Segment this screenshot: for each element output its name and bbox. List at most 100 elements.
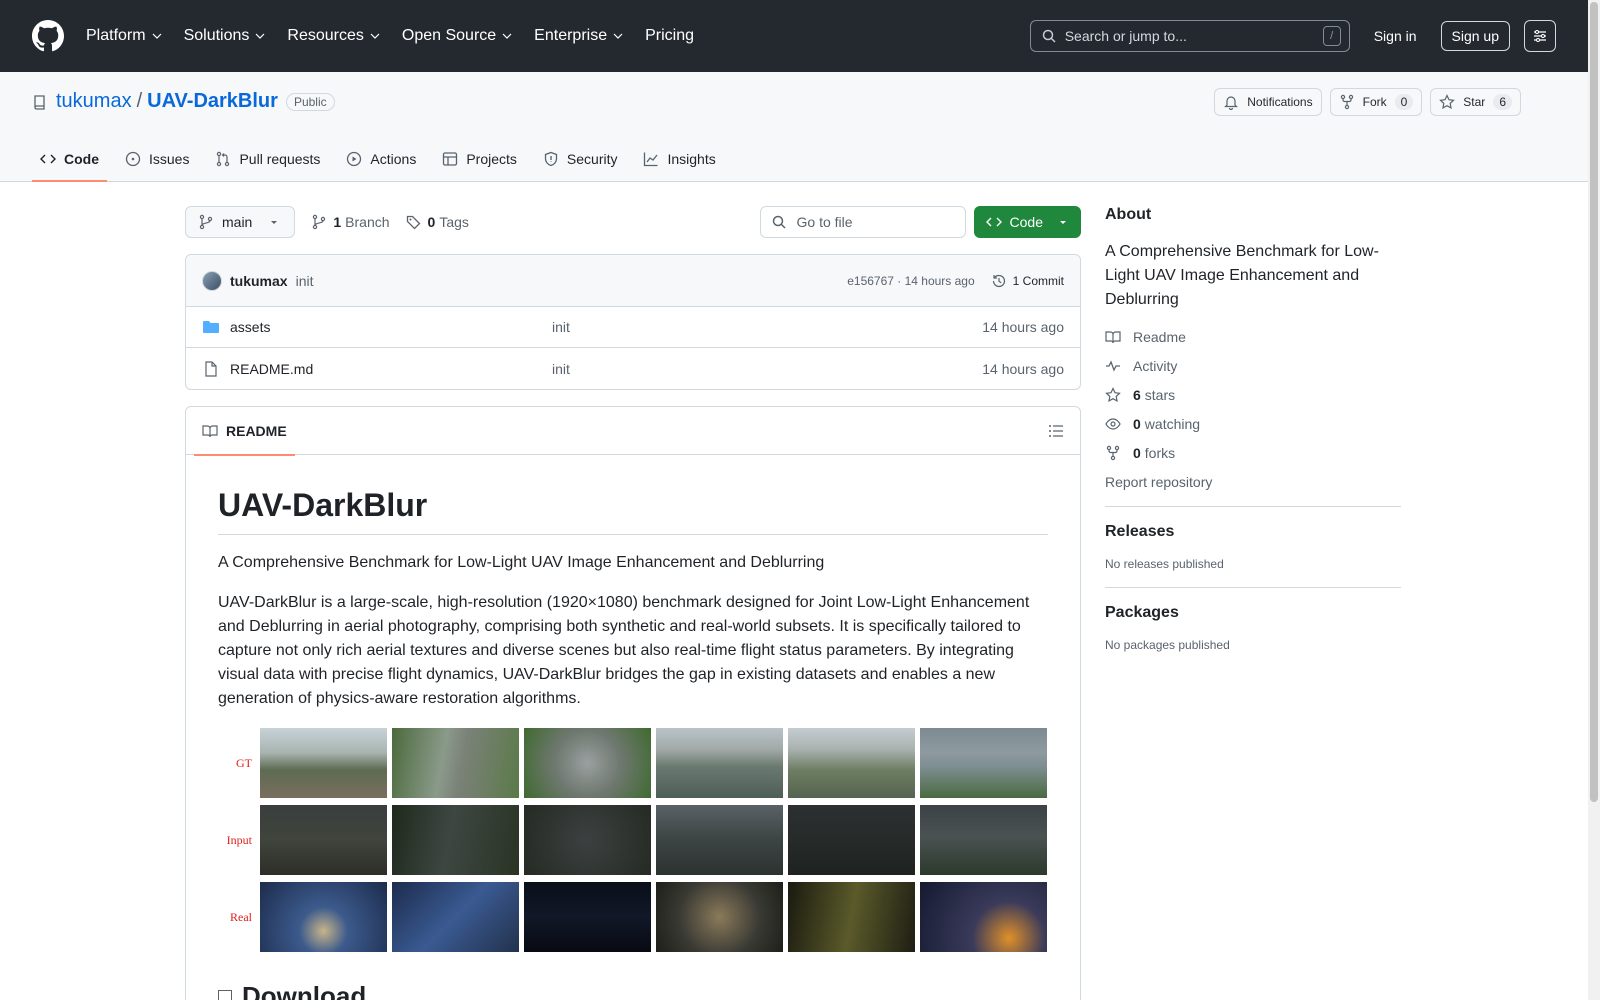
- branch-label: Branch: [345, 214, 390, 230]
- chevron-down-icon: [255, 33, 265, 39]
- sample-image: [523, 881, 652, 953]
- nav-enterprise[interactable]: Enterprise: [534, 27, 623, 45]
- watchers-link[interactable]: 0 watching: [1105, 415, 1401, 432]
- tab-actions[interactable]: Actions: [338, 136, 424, 182]
- readme-panel: README UAV-DarkBlur A Comprehensive Benc…: [185, 406, 1081, 1000]
- readme-title: UAV-DarkBlur: [218, 487, 1048, 535]
- commit-hash-time[interactable]: e156767 · 14 hours ago: [847, 274, 974, 288]
- file-name-link[interactable]: README.md: [230, 361, 313, 377]
- sample-image: [655, 804, 784, 876]
- repo-tabs: Code Issues Pull requests Actions Projec…: [32, 136, 734, 182]
- tab-pull-requests[interactable]: Pull requests: [207, 136, 328, 182]
- slash-shortcut-key: /: [1322, 26, 1341, 46]
- search-icon: [772, 215, 786, 229]
- file-name-cell: README.md: [202, 361, 552, 377]
- visibility-badge: Public: [285, 92, 335, 111]
- file-browser: tukumax init e156767 · 14 hours ago 1 Co…: [185, 254, 1081, 390]
- nav-label: Pricing: [645, 27, 694, 44]
- sign-in-link[interactable]: Sign in: [1374, 28, 1417, 44]
- file-commit-message[interactable]: init: [552, 319, 570, 335]
- report-repository-link[interactable]: Report repository: [1105, 473, 1401, 490]
- forks-label: forks: [1144, 444, 1176, 461]
- list-outline-icon[interactable]: [1048, 423, 1064, 439]
- bell-icon: [1224, 96, 1239, 110]
- tab-label: Issues: [149, 151, 190, 167]
- repo-owner-link[interactable]: tukumax: [56, 90, 132, 113]
- branch-selector[interactable]: main: [185, 206, 296, 238]
- github-logo-icon[interactable]: [32, 20, 64, 52]
- chevron-down-icon: [152, 33, 162, 39]
- scrollbar-thumb[interactable]: [1590, 2, 1598, 802]
- packages-heading[interactable]: Packages: [1105, 604, 1401, 622]
- branch-name: main: [222, 214, 253, 230]
- forks-link[interactable]: 0 forks: [1105, 444, 1401, 461]
- repo-actions: Notifications Fork 0 Star 6: [1214, 88, 1521, 116]
- readme-link[interactable]: Readme: [1105, 328, 1401, 345]
- packages-empty-text: No packages published: [1105, 638, 1230, 652]
- tab-label: Projects: [466, 151, 517, 167]
- repo-icon: [34, 94, 45, 110]
- chevron-down-icon: [502, 33, 512, 39]
- tab-issues[interactable]: Issues: [117, 136, 197, 182]
- graph-icon: [644, 152, 658, 167]
- nav-platform[interactable]: Platform: [86, 27, 162, 45]
- commit-history-link[interactable]: 1 Commit: [991, 273, 1064, 289]
- releases-empty-text: No releases published: [1105, 557, 1224, 571]
- tab-code[interactable]: Code: [32, 136, 107, 182]
- forks-count: 0: [1133, 444, 1141, 461]
- chevron-down-icon: [370, 33, 380, 39]
- commit-author-link[interactable]: tukumax: [230, 273, 288, 289]
- sample-image: [391, 804, 520, 876]
- avatar[interactable]: [202, 270, 222, 291]
- go-to-file-input[interactable]: Go to file: [759, 206, 966, 238]
- pull-request-icon: [217, 151, 230, 167]
- tag-count: 0: [427, 214, 436, 230]
- stars-link[interactable]: 6 stars: [1105, 386, 1401, 403]
- commit-message-link[interactable]: init: [296, 273, 314, 289]
- nav-pricing[interactable]: Pricing: [645, 27, 694, 45]
- tab-insights[interactable]: Insights: [635, 136, 723, 182]
- tags-link[interactable]: 0 Tags: [406, 214, 469, 230]
- star-button[interactable]: Star 6: [1430, 88, 1521, 116]
- file-commit-message[interactable]: init: [552, 361, 570, 377]
- repo-name-link[interactable]: UAV-DarkBlur: [147, 90, 278, 113]
- nav-open-source[interactable]: Open Source: [402, 27, 512, 45]
- page-scrollbar[interactable]: [1588, 0, 1600, 1000]
- command-palette-button[interactable]: [1524, 20, 1556, 52]
- sliders-icon: [1534, 30, 1546, 42]
- file-row[interactable]: assets init 14 hours ago: [186, 307, 1080, 348]
- shield-icon: [544, 151, 558, 167]
- file-row[interactable]: README.md init 14 hours ago: [186, 348, 1080, 389]
- nav-resources[interactable]: Resources: [287, 27, 380, 45]
- global-nav: Platform Solutions Resources Open Source…: [86, 27, 716, 45]
- chevron-down-icon: [613, 33, 623, 39]
- sample-image: [787, 881, 916, 953]
- tab-label: Security: [566, 151, 618, 167]
- tab-projects[interactable]: Projects: [434, 136, 525, 182]
- readme-tab[interactable]: README: [194, 407, 295, 456]
- tab-security[interactable]: Security: [535, 136, 626, 182]
- table-icon: [443, 152, 458, 166]
- caret-down-icon: [271, 221, 278, 224]
- releases-heading[interactable]: Releases: [1105, 523, 1401, 541]
- nav-label: Enterprise: [534, 27, 608, 44]
- code-dropdown-button[interactable]: Code: [973, 206, 1081, 238]
- activity-link[interactable]: Activity: [1105, 357, 1401, 374]
- folder-icon: [203, 321, 219, 333]
- global-search-input[interactable]: Search or jump to... /: [1029, 20, 1350, 52]
- nav-solutions[interactable]: Solutions: [184, 27, 266, 45]
- history-icon: [992, 274, 1005, 287]
- sample-image: [655, 727, 784, 799]
- fork-button[interactable]: Fork 0: [1329, 88, 1423, 116]
- file-name-link[interactable]: assets: [230, 319, 270, 335]
- sign-up-button[interactable]: Sign up: [1440, 21, 1510, 51]
- checkbox-icon: [218, 989, 232, 1000]
- tab-label: Pull requests: [239, 151, 321, 167]
- latest-commit-row: tukumax init e156767 · 14 hours ago 1 Co…: [186, 255, 1080, 307]
- file-icon: [205, 360, 217, 377]
- grid-row-label: Input: [226, 832, 252, 847]
- grid-row-label: Real: [230, 909, 252, 924]
- notifications-button[interactable]: Notifications: [1214, 88, 1322, 116]
- branches-link[interactable]: 1 Branch: [311, 214, 390, 230]
- eye-icon: [1105, 417, 1121, 430]
